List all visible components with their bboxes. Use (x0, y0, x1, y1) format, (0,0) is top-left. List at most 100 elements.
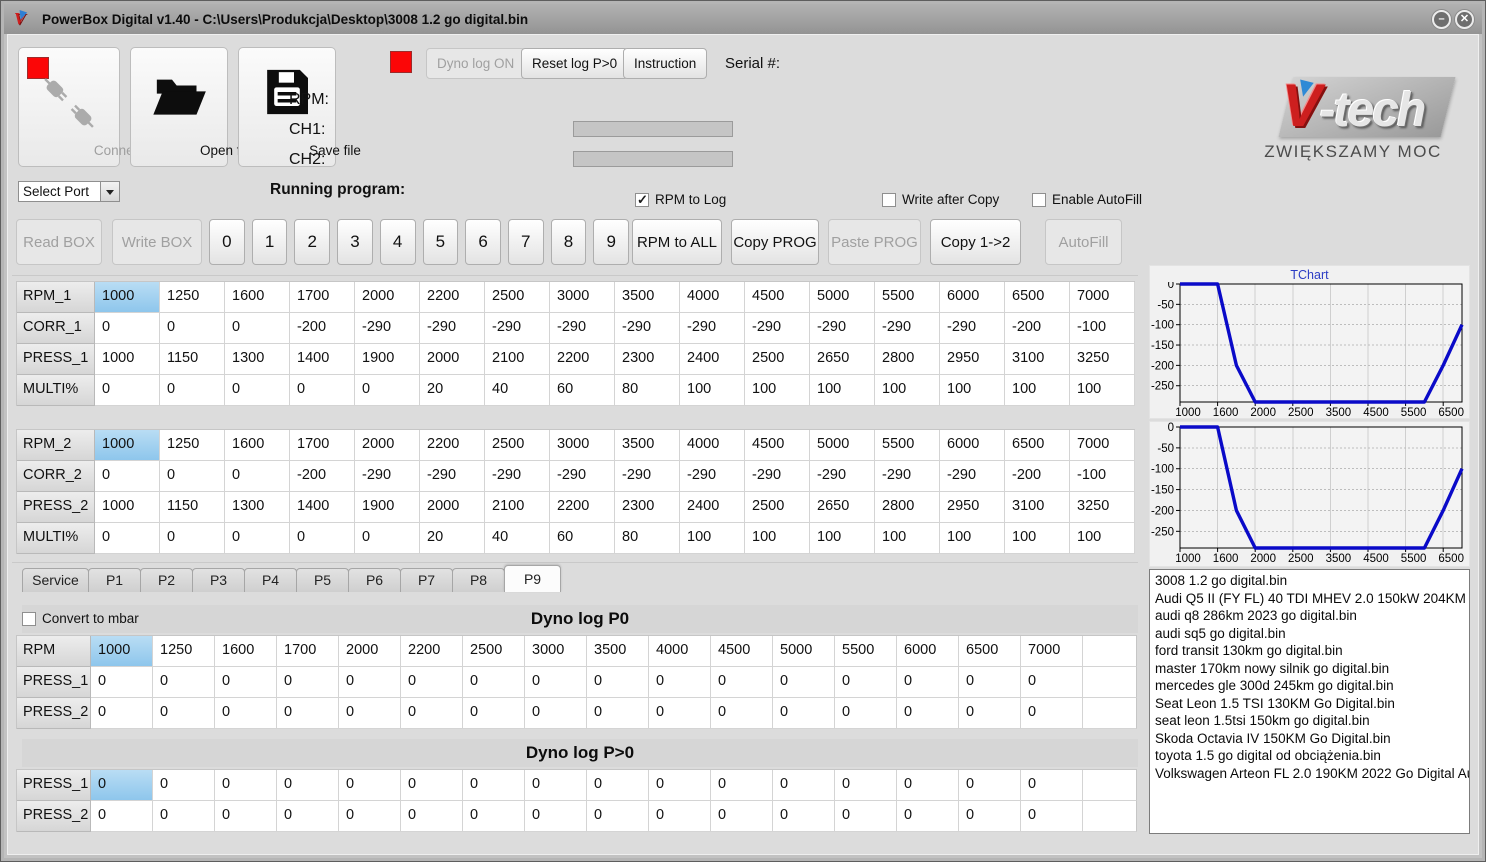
table-cell[interactable]: 0 (215, 770, 277, 801)
table-cell[interactable]: -290 (875, 461, 940, 492)
table-cell[interactable]: 2000 (355, 430, 420, 461)
table-cell[interactable]: 0 (355, 375, 420, 406)
table-cell[interactable]: 3250 (1070, 492, 1135, 523)
table-cell[interactable]: 0 (649, 667, 711, 698)
table-cell[interactable]: 100 (810, 523, 875, 554)
table-cell[interactable]: 0 (525, 667, 587, 698)
instruction-button[interactable]: Instruction (623, 48, 708, 79)
table-cell[interactable]: 0 (225, 313, 290, 344)
table-cell[interactable]: 0 (649, 801, 711, 832)
table-cell[interactable]: -290 (940, 461, 1005, 492)
rpm-to-log-checkbox[interactable]: RPM to Log (635, 192, 726, 208)
table-cell[interactable]: -290 (420, 313, 485, 344)
digit-9-button[interactable]: 9 (593, 219, 630, 265)
table-cell[interactable]: 4500 (745, 282, 810, 313)
tab-p8[interactable]: P8 (452, 568, 505, 592)
select-port-dropdown[interactable]: Select Port (18, 181, 120, 202)
table-cell[interactable]: 2500 (745, 492, 810, 523)
table-cell[interactable]: 100 (1070, 523, 1135, 554)
table-cell[interactable]: 4500 (711, 636, 773, 667)
table-cell[interactable]: -290 (810, 461, 875, 492)
table-cell[interactable]: 80 (615, 523, 680, 554)
checkbox-unchecked-icon[interactable] (22, 611, 36, 626)
table-cell[interactable]: 4000 (680, 282, 745, 313)
table-cell[interactable]: 60 (550, 523, 615, 554)
table-cell[interactable]: 0 (401, 667, 463, 698)
file-list-item[interactable]: audi sq5 go digital.bin (1150, 625, 1469, 643)
digit-7-button[interactable]: 7 (507, 219, 544, 265)
file-list-item[interactable]: Volkswagen Arteon FL 2.0 190KM 2022 Go D… (1150, 765, 1469, 783)
table-cell[interactable]: 0 (91, 770, 153, 801)
tab-p1[interactable]: P1 (88, 568, 141, 592)
table-cell[interactable]: 0 (773, 770, 835, 801)
table-cell[interactable]: -200 (290, 313, 355, 344)
table-cell[interactable]: 2000 (339, 636, 401, 667)
table-cell[interactable]: 2950 (940, 344, 1005, 375)
table-cell[interactable]: 0 (95, 523, 160, 554)
table-cell[interactable]: -100 (1070, 313, 1135, 344)
table-cell[interactable]: 100 (745, 375, 810, 406)
table-cell[interactable]: 0 (897, 698, 959, 729)
table-cell[interactable]: 0 (773, 801, 835, 832)
table-cell[interactable]: 0 (959, 667, 1021, 698)
table-cell[interactable]: 80 (615, 375, 680, 406)
table-cell[interactable]: 0 (401, 770, 463, 801)
table-cell[interactable]: 100 (810, 375, 875, 406)
table-cell[interactable]: 0 (95, 313, 160, 344)
table-cell[interactable]: 1150 (160, 492, 225, 523)
table-cell[interactable]: 5500 (835, 636, 897, 667)
table-cell[interactable]: 40 (485, 523, 550, 554)
table-cell[interactable]: 2650 (810, 492, 875, 523)
table-cell[interactable]: 3500 (615, 282, 680, 313)
table-cell[interactable]: 6500 (1005, 430, 1070, 461)
table-cell[interactable]: 100 (940, 523, 1005, 554)
table-cell[interactable]: 0 (91, 698, 153, 729)
table-cell[interactable]: 1600 (225, 430, 290, 461)
table-cell[interactable]: 0 (339, 698, 401, 729)
table-cell[interactable]: -290 (355, 313, 420, 344)
table-cell[interactable]: 1400 (290, 492, 355, 523)
table-cell[interactable]: 2000 (420, 492, 485, 523)
table-cell[interactable]: 0 (711, 667, 773, 698)
checkbox-unchecked-icon[interactable] (1032, 192, 1046, 207)
table-cell[interactable]: 1600 (215, 636, 277, 667)
table-cell[interactable]: 0 (587, 667, 649, 698)
digit-2-button[interactable]: 2 (294, 219, 331, 265)
title-bar[interactable]: V PowerBox Digital v1.40 - C:\Users\Prod… (4, 4, 1482, 34)
table-cell[interactable]: 0 (153, 698, 215, 729)
table-cell[interactable]: 0 (835, 667, 897, 698)
checkbox-checked-icon[interactable] (635, 192, 649, 208)
table-cell[interactable]: 2950 (940, 492, 1005, 523)
copy-1-to-2-button[interactable]: Copy 1->2 (930, 219, 1021, 265)
table-cell[interactable]: 1700 (290, 282, 355, 313)
table-cell[interactable]: 1300 (225, 492, 290, 523)
table-cell[interactable]: -290 (355, 461, 420, 492)
table-cell[interactable]: 60 (550, 375, 615, 406)
file-list-item[interactable]: seat leon 1.5tsi 150km go digital.bin (1150, 712, 1469, 730)
table-cell[interactable]: 1250 (153, 636, 215, 667)
table-cell[interactable]: 1700 (277, 636, 339, 667)
table-cell[interactable]: 0 (897, 801, 959, 832)
table-cell[interactable]: 100 (940, 375, 1005, 406)
table-cell[interactable]: 1400 (290, 344, 355, 375)
table-cell[interactable]: 100 (875, 375, 940, 406)
table-cell[interactable]: 2200 (420, 430, 485, 461)
write-after-copy-checkbox[interactable]: Write after Copy (882, 192, 999, 207)
tab-p7[interactable]: P7 (400, 568, 453, 592)
table-cell[interactable]: 2200 (550, 492, 615, 523)
file-list-item[interactable]: 3008 1.2 go digital.bin (1150, 572, 1469, 590)
table-cell[interactable]: 0 (339, 770, 401, 801)
table-cell[interactable]: 0 (160, 375, 225, 406)
table-cell[interactable]: 0 (897, 667, 959, 698)
table-cell[interactable]: 1300 (225, 344, 290, 375)
table-cell[interactable]: 2800 (875, 344, 940, 375)
table-cell[interactable]: 2100 (485, 344, 550, 375)
table-cell[interactable]: 0 (277, 770, 339, 801)
table-cell[interactable]: 0 (1021, 698, 1083, 729)
table-cell[interactable]: 6500 (1005, 282, 1070, 313)
table-cell[interactable]: 0 (773, 667, 835, 698)
table-cell[interactable]: 2200 (420, 282, 485, 313)
table-cell[interactable]: 0 (773, 698, 835, 729)
table-cell[interactable]: 0 (835, 698, 897, 729)
table-cell[interactable]: -290 (680, 313, 745, 344)
